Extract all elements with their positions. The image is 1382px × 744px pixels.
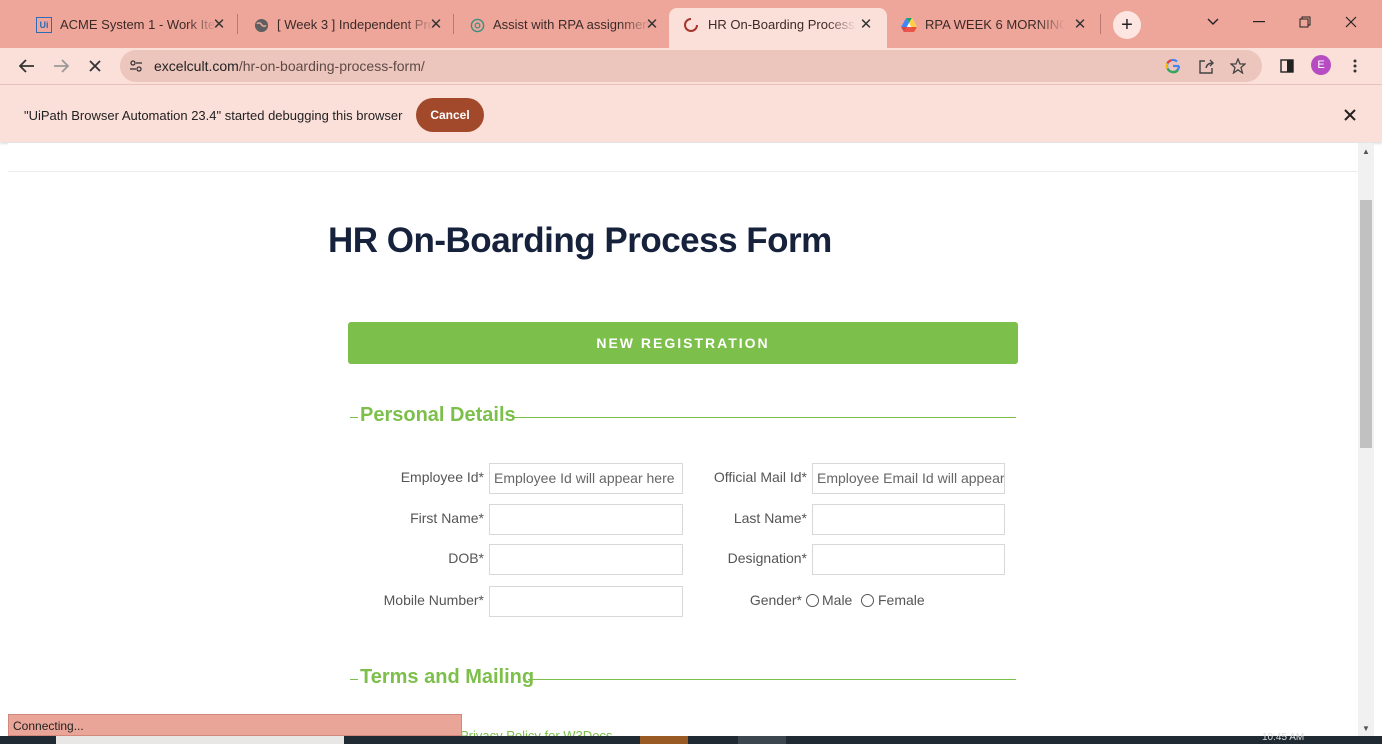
cancel-button[interactable]: Cancel [416,98,484,132]
tab-title: RPA WEEK 6 MORNING SESSION [925,17,1065,32]
dob-label: DOB* [448,550,484,566]
back-arrow-icon[interactable] [13,52,41,80]
first-name-field[interactable] [489,504,683,535]
section-terms-mailing: Terms and Mailing [350,666,1016,692]
loading-spinner-icon [683,17,699,33]
first-name-label: First Name* [410,510,484,526]
dob-field[interactable] [489,544,683,575]
gender-male-label: Male [822,592,853,608]
official-mail-label: Official Mail Id* [713,469,807,485]
close-icon[interactable]: ✕ [210,16,228,34]
tab-title: ACME System 1 - Work Items [60,17,218,32]
mobile-number-label: Mobile Number* [383,592,484,608]
tab-title: HR On-Boarding Process Form [708,17,856,32]
tab-hr-onboarding[interactable]: HR On-Boarding Process Form ✕ [669,8,887,48]
divider [350,417,358,418]
designation-field[interactable] [812,544,1005,575]
google-drive-icon [901,17,917,33]
url-text: excelcult.com/hr-on-boarding-process-for… [154,58,425,74]
scroll-down-arrow-icon[interactable]: ▼ [1358,720,1374,736]
employee-id-label: Employee Id* [400,469,484,485]
tab-week3-project[interactable]: [ Week 3 ] Independent Project ✕ [227,8,453,42]
taskbar-clock: 10:45 AM [1262,732,1305,743]
address-bar[interactable]: excelcult.com/hr-on-boarding-process-for… [120,50,1262,82]
tab-separator [1100,14,1101,34]
employee-id-field[interactable]: Employee Id will appear here [489,463,683,494]
taskbar-search-box[interactable] [56,736,344,744]
minimize-icon[interactable] [1249,12,1269,32]
status-bubble: Connecting... [8,714,462,736]
share-icon[interactable] [1196,56,1216,76]
taskbar-app-icon[interactable] [640,736,688,744]
last-name-label: Last Name* [733,510,807,526]
designation-label: Designation* [727,550,807,566]
url-domain: excelcult.com [154,58,239,74]
close-icon[interactable]: ✕ [1071,16,1089,34]
bookmark-star-icon[interactable] [1228,56,1248,76]
section-heading: Personal Details [360,404,517,427]
close-icon[interactable] [1340,105,1360,125]
web-page: HR On-Boarding Process Form NEW REGISTRA… [8,143,1358,744]
stop-loading-icon[interactable] [81,52,109,80]
browser-toolbar: excelcult.com/hr-on-boarding-process-for… [0,48,1382,84]
debugging-infobar: "UiPath Browser Automation 23.4" started… [0,84,1382,142]
tab-search-chevron-icon[interactable] [1203,12,1223,32]
section-heading: Terms and Mailing [360,666,536,689]
tab-chatgpt[interactable]: Assist with RPA assignment ✕ [443,8,669,42]
close-icon[interactable]: ✕ [857,16,875,34]
profile-avatar[interactable]: E [1311,55,1331,75]
gender-male-radio[interactable] [806,594,819,607]
forward-arrow-icon[interactable] [47,52,75,80]
tab-acme-system[interactable]: Ui ACME System 1 - Work Items ✕ [10,8,236,42]
divider [350,679,358,680]
google-lens-icon[interactable] [1163,56,1183,76]
official-mail-field[interactable]: Employee Email Id will appear [812,463,1005,494]
page-title: HR On-Boarding Process Form [328,221,832,260]
header-divider [8,171,1358,172]
globe-icon [253,17,269,33]
infobar-message: "UiPath Browser Automation 23.4" started… [24,108,403,123]
close-window-icon[interactable] [1341,12,1361,32]
tab-title: Assist with RPA assignment [493,17,651,32]
new-tab-button[interactable]: + [1113,11,1141,39]
taskbar-app-icon[interactable] [738,736,786,744]
restore-icon[interactable] [1295,12,1315,32]
url-path: /hr-on-boarding-process-form/ [238,58,425,74]
gender-label: Gender* [749,592,802,608]
divider [528,679,1016,680]
chatgpt-icon [469,17,485,33]
scroll-up-arrow-icon[interactable]: ▲ [1358,143,1374,159]
new-registration-button[interactable]: NEW REGISTRATION [348,322,1018,364]
tab-strip: Ui ACME System 1 - Work Items ✕ [ Week 3… [0,0,1382,48]
last-name-field[interactable] [812,504,1005,535]
gender-female-radio[interactable] [861,594,874,607]
close-icon[interactable]: ✕ [643,16,661,34]
side-panel-icon[interactable] [1273,52,1301,80]
scrollbar-thumb[interactable] [1360,200,1372,448]
divider [512,417,1016,418]
os-taskbar: 10:45 AM [0,732,1382,744]
uipath-icon: Ui [36,17,52,33]
tab-rpa-week6[interactable]: RPA WEEK 6 MORNING SESSION ✕ [875,8,1101,42]
tab-title: [ Week 3 ] Independent Project [277,17,435,32]
gender-female-label: Female [878,592,925,608]
site-settings-icon[interactable] [128,58,144,74]
mobile-number-field[interactable] [489,586,683,617]
menu-kebab-icon[interactable] [1341,52,1369,80]
section-personal-details: Personal Details [350,404,1016,430]
